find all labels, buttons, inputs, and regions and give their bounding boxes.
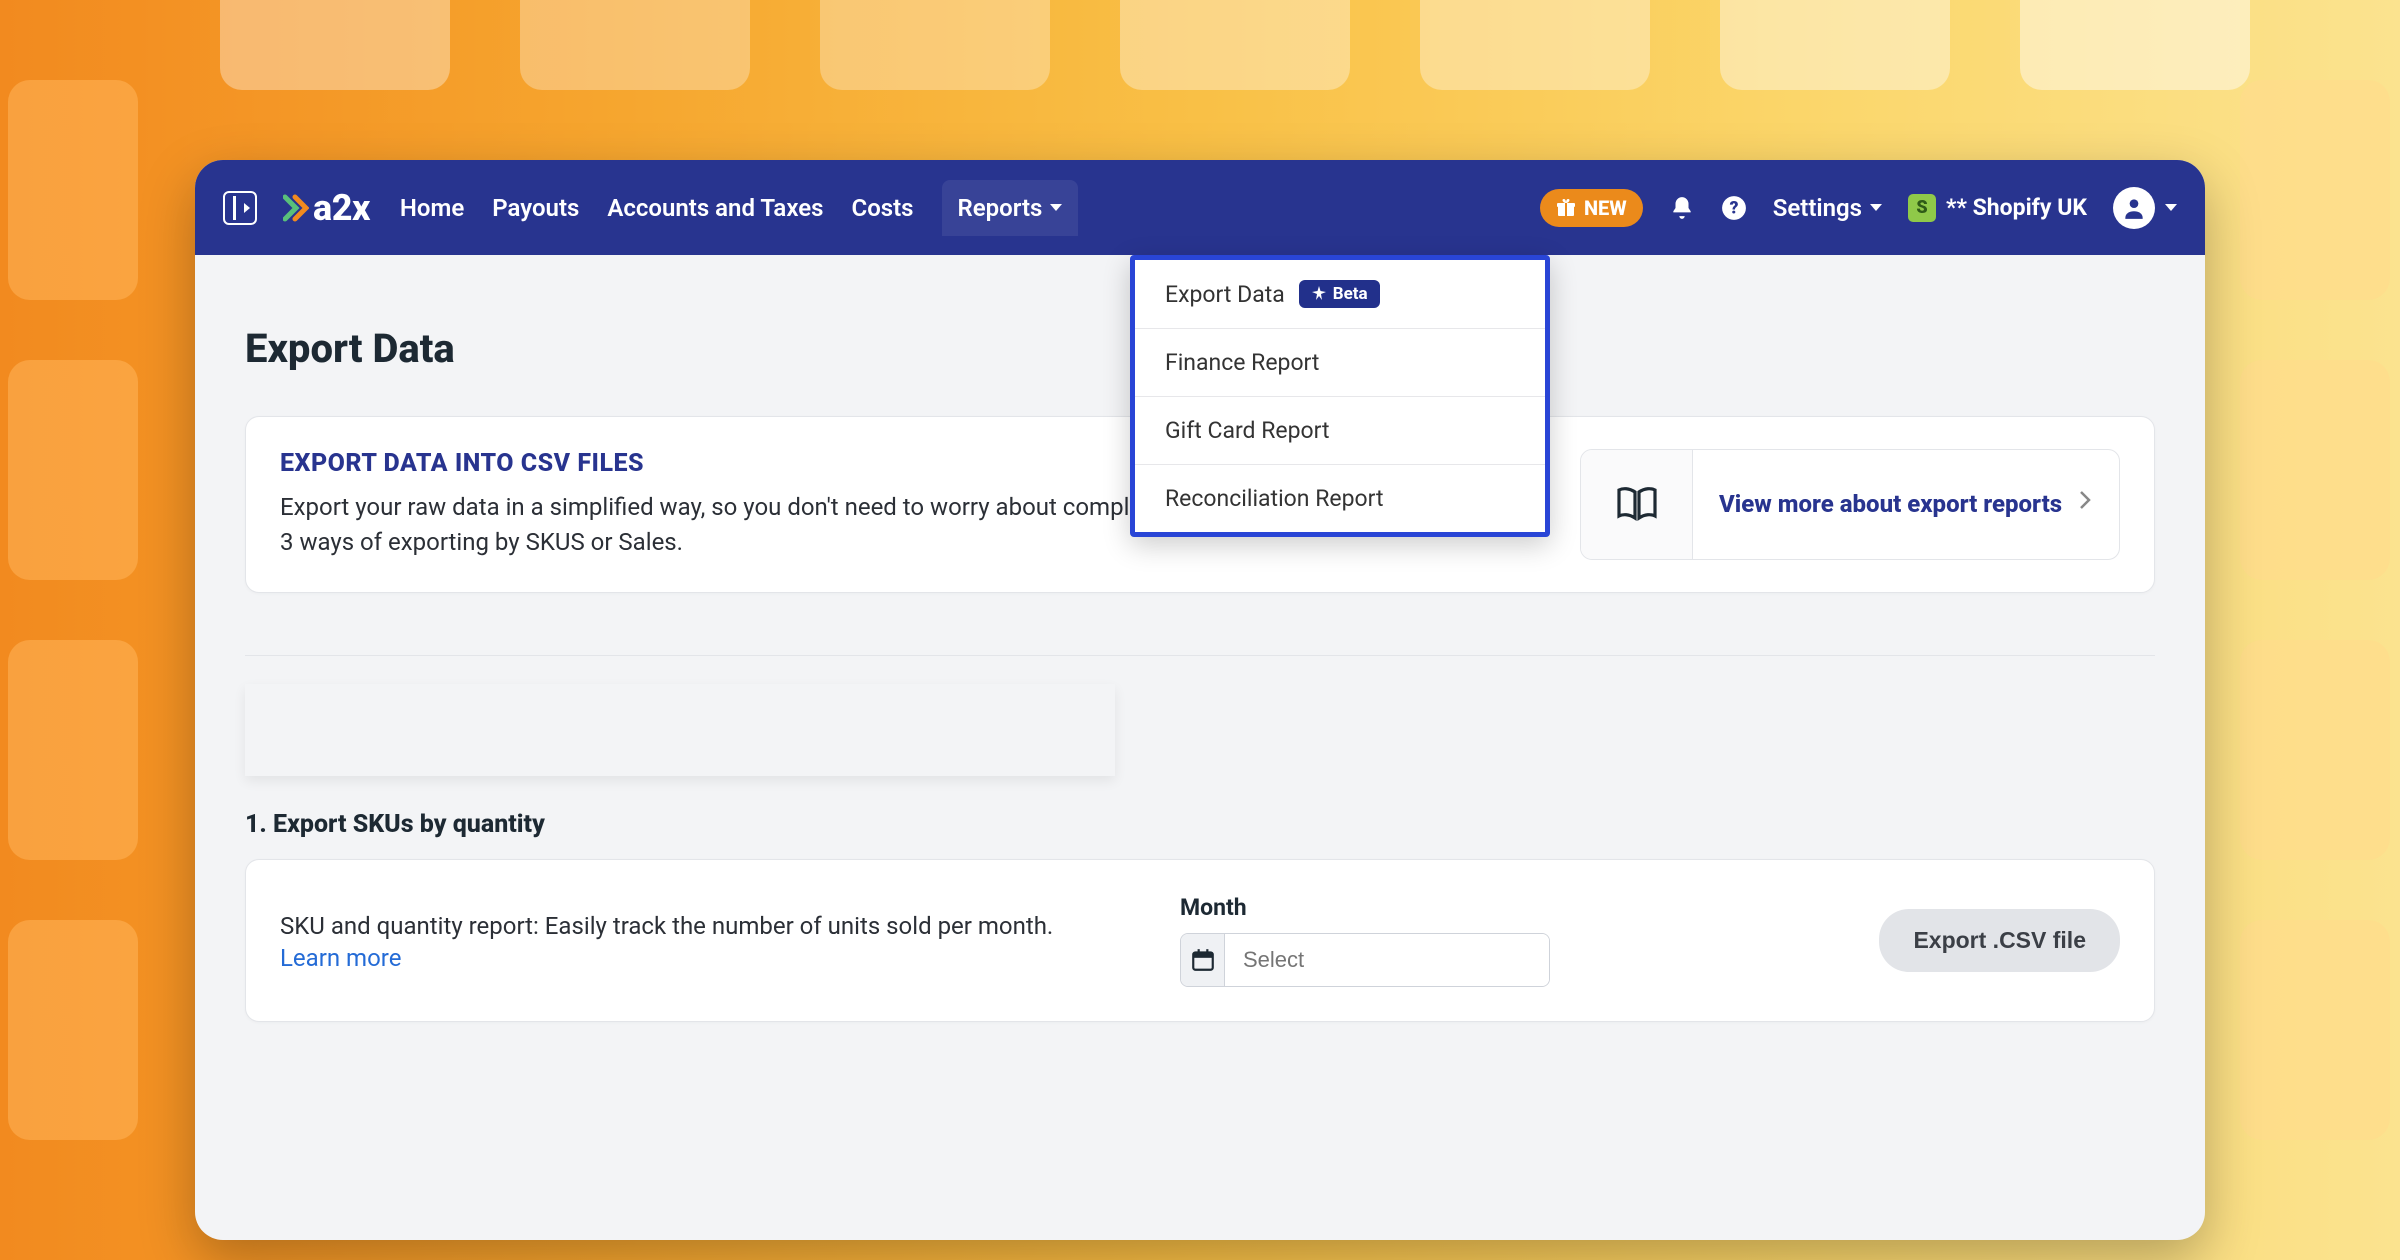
chevron-down-icon xyxy=(1870,204,1882,211)
topbar: a2x Home Payouts Accounts and Taxes Cost… xyxy=(195,160,2205,255)
logo-chevrons-icon xyxy=(283,193,309,223)
brand-name: a2x xyxy=(313,187,370,229)
topbar-right: NEW ? Settings S ** Shopify UK xyxy=(1540,187,2177,229)
dropdown-item-gift-card-report[interactable]: Gift Card Report xyxy=(1135,397,1545,465)
export-csv-button[interactable]: Export .CSV file xyxy=(1879,909,2120,972)
month-field-group: Month xyxy=(1180,894,1550,987)
app-window: a2x Home Payouts Accounts and Taxes Cost… xyxy=(195,160,2205,1240)
view-more-label: View more about export reports xyxy=(1719,488,2062,520)
avatar-icon xyxy=(2113,187,2155,229)
svg-text:?: ? xyxy=(1729,198,1738,218)
store-name: ** Shopify UK xyxy=(1946,194,2087,221)
beta-badge-text: Beta xyxy=(1333,284,1368,304)
brand-logo[interactable]: a2x xyxy=(283,187,370,229)
settings-label: Settings xyxy=(1773,194,1862,222)
dropdown-item-export-data[interactable]: Export Data Beta xyxy=(1135,260,1545,329)
store-switcher[interactable]: S ** Shopify UK xyxy=(1908,194,2087,222)
section-1-heading: 1. Export SKUs by quantity xyxy=(245,810,2155,839)
month-label: Month xyxy=(1180,894,1550,921)
month-input[interactable] xyxy=(1225,934,1549,986)
dropdown-item-label: Export Data xyxy=(1165,281,1285,308)
dropdown-item-finance-report[interactable]: Finance Report xyxy=(1135,329,1545,397)
user-menu[interactable] xyxy=(2113,187,2177,229)
nav-reports[interactable]: Reports xyxy=(942,180,1079,236)
beta-badge: Beta xyxy=(1299,280,1380,308)
export-skus-card: SKU and quantity report: Easily track th… xyxy=(245,859,2155,1022)
view-more-card: View more about export reports xyxy=(1580,449,2120,560)
new-badge[interactable]: NEW xyxy=(1540,189,1643,227)
month-input-wrap xyxy=(1180,933,1550,987)
dropdown-item-reconciliation-report[interactable]: Reconciliation Report xyxy=(1135,465,1545,532)
dropdown-item-label: Gift Card Report xyxy=(1165,417,1330,444)
shopify-icon: S xyxy=(1908,194,1936,222)
reports-dropdown: Export Data Beta Finance Report Gift Car… xyxy=(1130,255,1550,537)
panel-toggle-icon[interactable] xyxy=(223,191,257,225)
nav-payouts[interactable]: Payouts xyxy=(492,194,579,222)
new-badge-text: NEW xyxy=(1584,196,1627,220)
divider xyxy=(245,655,2155,656)
main-nav: Home Payouts Accounts and Taxes Costs Re… xyxy=(400,180,1078,236)
nav-home[interactable]: Home xyxy=(400,194,464,222)
book-icon xyxy=(1581,450,1693,559)
sparkle-icon xyxy=(1311,286,1327,302)
chevron-right-icon xyxy=(2077,488,2093,520)
settings-link[interactable]: Settings xyxy=(1773,194,1882,222)
placeholder-block xyxy=(245,684,1115,776)
help-icon[interactable]: ? xyxy=(1721,195,1747,221)
dropdown-item-label: Finance Report xyxy=(1165,349,1319,376)
export-description: SKU and quantity report: Easily track th… xyxy=(280,908,1140,944)
nav-costs[interactable]: Costs xyxy=(852,194,914,222)
dropdown-item-label: Reconciliation Report xyxy=(1165,485,1383,512)
chevron-down-icon xyxy=(1050,204,1062,211)
learn-more-link[interactable]: Learn more xyxy=(280,944,401,972)
calendar-icon[interactable] xyxy=(1181,934,1225,986)
chevron-down-icon xyxy=(2165,204,2177,211)
view-more-link[interactable]: View more about export reports xyxy=(1693,488,2119,520)
nav-accounts-taxes[interactable]: Accounts and Taxes xyxy=(607,194,823,222)
nav-reports-label: Reports xyxy=(958,194,1043,222)
notifications-icon[interactable] xyxy=(1669,195,1695,221)
gift-icon xyxy=(1556,198,1576,218)
